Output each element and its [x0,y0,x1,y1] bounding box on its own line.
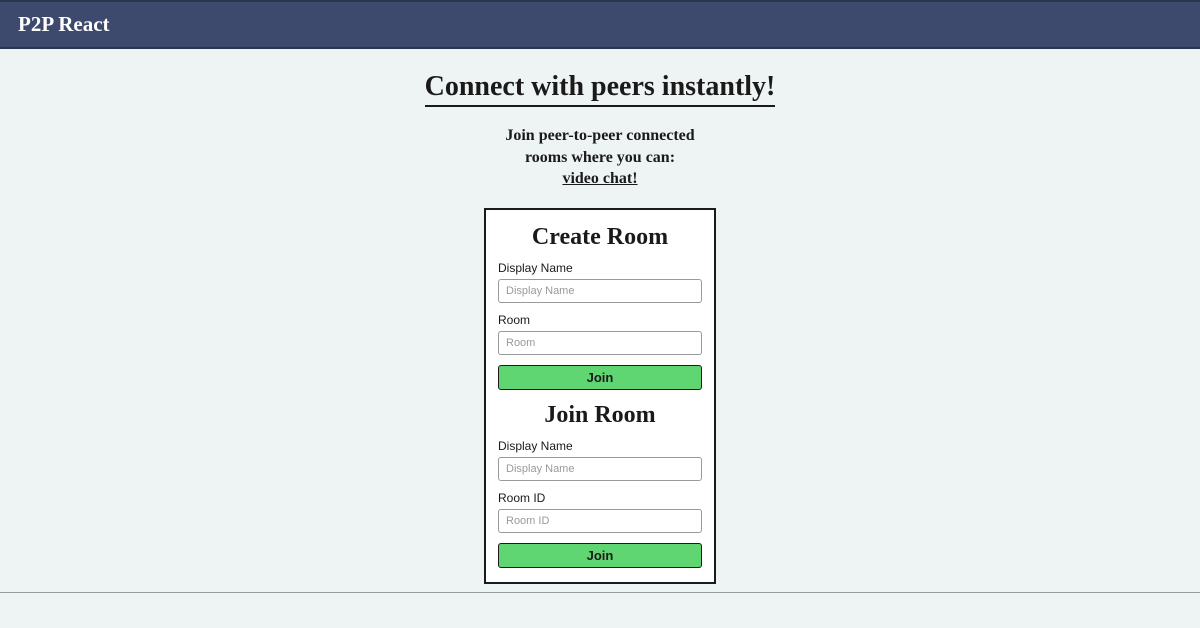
hero-title-wrap: Connect with peers instantly! [0,71,1200,107]
bottom-divider [0,592,1200,593]
join-display-name-label: Display Name [498,439,702,453]
create-display-name-label: Display Name [498,261,702,275]
create-room-label: Room [498,313,702,327]
join-room-id-input[interactable] [498,509,702,533]
join-room-id-label: Room ID [498,491,702,505]
join-display-name-input[interactable] [498,457,702,481]
main-content: Connect with peers instantly! Join peer-… [0,49,1200,584]
create-room-title: Create Room [498,224,702,251]
hero-title: Connect with peers instantly! [425,71,776,107]
create-room-input[interactable] [498,331,702,355]
join-room-join-button[interactable]: Join [498,543,702,568]
create-display-name-input[interactable] [498,279,702,303]
top-navbar: P2P React [0,0,1200,49]
hero-subtitle: Join peer-to-peer connected rooms where … [0,125,1200,190]
hero-sub-line2: rooms where you can: [0,147,1200,169]
create-room-join-button[interactable]: Join [498,365,702,390]
hero-sub-line3: video chat! [0,168,1200,190]
app-title: P2P React [18,12,110,36]
hero-sub-line1: Join peer-to-peer connected [0,125,1200,147]
room-card: Create Room Display Name Room Join Join … [484,208,716,584]
join-room-title: Join Room [498,402,702,429]
